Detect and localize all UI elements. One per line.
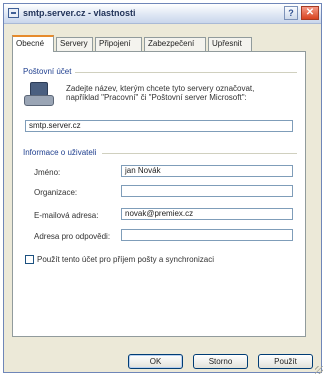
group-divider [102,153,297,154]
tab-connection[interactable]: Připojení [95,37,142,51]
tab-advanced[interactable]: Upřesnit [208,37,252,51]
email-label: E-mailová adresa: [34,211,99,220]
email-input[interactable]: novak@premiex.cz [121,208,293,220]
cancel-button[interactable]: Storno [193,354,248,369]
account-name-input[interactable]: smtp.server.cz [25,120,293,132]
sync-account-label[interactable]: Použít tento účet pro příjem pošty a syn… [37,255,214,264]
tab-servers[interactable]: Servery [56,37,93,51]
resize-grip[interactable] [315,366,323,374]
mail-account-icon [24,82,54,108]
organization-input[interactable] [121,185,293,197]
ok-button[interactable]: OK [128,354,183,369]
tab-security[interactable]: Zabezpečení [144,37,206,51]
apply-button[interactable]: Použít [258,354,313,369]
user-info-group-label: Informace o uživateli [23,148,97,157]
close-button[interactable]: ✕ [301,6,319,20]
name-label: Jméno: [34,168,61,177]
group-divider [75,72,297,73]
sync-account-checkbox[interactable] [25,255,34,264]
reply-address-label: Adresa pro odpovědi: [34,232,111,241]
title-bar[interactable]: smtp.server.cz - vlastnosti ? ✕ [4,4,321,24]
app-window-icon [8,8,19,18]
help-button[interactable]: ? [284,6,298,20]
name-input[interactable]: jan Novák [121,165,293,177]
window-title: smtp.server.cz - vlastnosti [23,8,136,18]
account-name-description: Zadejte název, kterým chcete tyto server… [66,84,255,102]
organization-label: Organizace: [34,188,78,197]
reply-address-input[interactable] [121,229,293,241]
tab-general[interactable]: Obecné [12,35,54,52]
mail-account-group-label: Poštovní účet [23,67,72,76]
